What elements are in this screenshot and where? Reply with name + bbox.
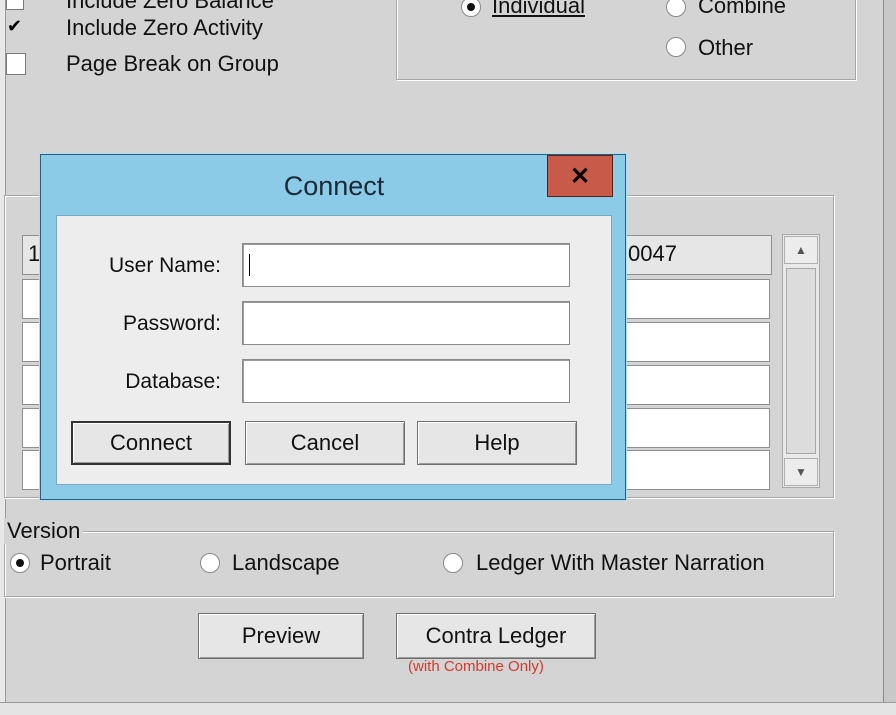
connect-dialog: Connect ✕ User Name: Password: Database:… <box>40 154 626 500</box>
landscape-label: Landscape <box>232 550 340 575</box>
dialog-client-area: User Name: Password: Database: Connect C… <box>56 215 612 485</box>
include-zero-activity-label: Include Zero Activity <box>66 15 263 40</box>
version-legend: Version <box>4 518 84 544</box>
preview-button[interactable]: Preview <box>198 613 364 659</box>
include-zero-balance-checkbox[interactable] <box>6 0 24 10</box>
bottom-edge <box>0 702 896 715</box>
include-zero-activity-checkbox[interactable] <box>6 16 24 38</box>
contra-ledger-note: (with Combine Only) <box>408 658 544 675</box>
page-break-on-group-checkbox[interactable] <box>6 53 26 75</box>
password-label: Password: <box>122 312 221 335</box>
ledger-master-narration-radio[interactable] <box>443 553 463 573</box>
include-zero-balance-label: Include Zero Balance <box>66 0 274 13</box>
user-name-label: User Name: <box>108 254 221 277</box>
database-label: Database: <box>125 370 221 393</box>
text-caret <box>249 254 250 276</box>
portrait-radio[interactable] <box>10 553 30 573</box>
database-field[interactable] <box>242 359 570 403</box>
help-button[interactable]: Help <box>417 421 577 465</box>
user-name-field[interactable] <box>242 243 570 287</box>
other-label: Other <box>698 35 754 60</box>
scroll-down-arrow-icon[interactable]: ▼ <box>784 458 818 486</box>
scroll-up-arrow-icon[interactable]: ▲ <box>784 236 818 264</box>
page-break-on-group-label: Page Break on Group <box>66 51 279 76</box>
grid-row-1-right-value: 0047 <box>628 241 677 266</box>
right-window-edge <box>883 0 896 714</box>
other-radio[interactable] <box>666 37 686 57</box>
portrait-label: Portrait <box>40 550 111 575</box>
scroll-thumb[interactable] <box>786 268 816 454</box>
contra-ledger-button[interactable]: Contra Ledger <box>396 613 596 659</box>
password-field[interactable] <box>242 301 570 345</box>
cancel-button[interactable]: Cancel <box>245 421 405 465</box>
combine-label: Combine <box>698 0 787 18</box>
individual-label: Individual <box>492 0 585 18</box>
ledger-master-narration-label: Ledger With Master Narration <box>476 550 765 575</box>
landscape-radio[interactable] <box>200 553 220 573</box>
close-icon[interactable]: ✕ <box>547 155 613 197</box>
connect-button[interactable]: Connect <box>71 421 231 465</box>
grid-row-1-left-value: 1 <box>28 241 41 266</box>
dialog-title: Connect <box>283 171 385 201</box>
